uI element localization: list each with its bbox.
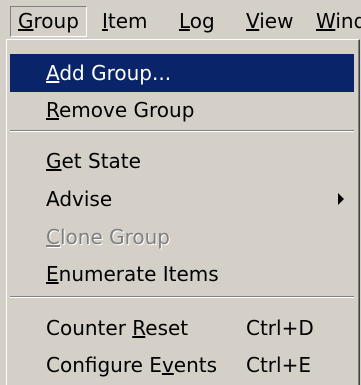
- label-post: emove Group: [59, 98, 195, 122]
- label-pre: Counter: [46, 316, 133, 340]
- menu-separator: [10, 130, 354, 132]
- menubar-group-key: G: [18, 9, 34, 33]
- menu-item-enumerate-items[interactable]: Enumerate Items: [10, 255, 354, 293]
- menubar-group[interactable]: Group: [10, 6, 87, 37]
- menubar-item[interactable]: Item: [102, 7, 148, 36]
- submenu-arrow-icon: [338, 193, 344, 205]
- label-post: lone Group: [59, 225, 170, 249]
- label-pre: Configure E: [46, 353, 162, 377]
- label-key: R: [46, 98, 59, 122]
- group-dropdown-menu: Add Group... Remove Group Get State Advi…: [6, 39, 360, 385]
- label-key: E: [46, 262, 59, 286]
- menu-item-remove-group[interactable]: Remove Group: [10, 91, 354, 129]
- menu-item-label: Counter Reset: [46, 309, 188, 347]
- menubar-window-post: ind: [335, 9, 361, 33]
- menu-item-configure-events[interactable]: Configure Events Ctrl+E: [10, 346, 354, 384]
- label-post: numerate Items: [58, 262, 219, 286]
- menu-item-counter-reset[interactable]: Counter Reset Ctrl+D: [10, 309, 354, 347]
- menu-separator: [10, 296, 354, 298]
- menu-item-label: Clone Group: [46, 218, 170, 256]
- menubar-log-post: og: [189, 9, 215, 33]
- label-post: dd Group...: [59, 61, 172, 85]
- menu-item-add-group[interactable]: Add Group...: [10, 54, 354, 92]
- menubar-log-key: L: [179, 9, 190, 33]
- label-pre: Advise: [46, 187, 113, 211]
- label-post: eset: [145, 316, 189, 340]
- menubar-window[interactable]: Wind: [316, 7, 361, 36]
- menu-item-label: Get State: [46, 142, 141, 180]
- menu-item-clone-group[interactable]: Clone Group: [10, 218, 354, 256]
- menu-item-shortcut: Ctrl+D: [246, 316, 314, 340]
- menubar-window-key: W: [316, 9, 336, 33]
- label-key: R: [132, 316, 146, 340]
- menu-bar: Group Item Log View Wind: [0, 0, 361, 39]
- label-post: et State: [61, 149, 141, 173]
- menubar-view-key: V: [246, 9, 260, 33]
- label-post: ents: [173, 353, 218, 377]
- menubar-group-post: roup: [33, 9, 79, 33]
- menubar-view-post: iew: [259, 9, 294, 33]
- menu-item-label: Remove Group: [46, 91, 194, 129]
- menu-item-advise[interactable]: Advise: [10, 180, 354, 218]
- menu-item-label: Configure Events: [46, 346, 217, 384]
- label-key: A: [46, 61, 60, 85]
- menubar-view[interactable]: View: [246, 7, 293, 36]
- menu-item-label: Advise: [46, 180, 112, 218]
- menu-item-label: Add Group...: [46, 54, 171, 92]
- menu-item-shortcut: Ctrl+E: [246, 353, 311, 377]
- label-key: v: [161, 353, 174, 377]
- menubar-log[interactable]: Log: [179, 7, 215, 36]
- label-key: G: [46, 149, 62, 173]
- label-key: C: [46, 225, 60, 249]
- menu-item-get-state[interactable]: Get State: [10, 142, 354, 180]
- menubar-item-post: tem: [107, 9, 148, 33]
- menu-item-label: Enumerate Items: [46, 255, 219, 293]
